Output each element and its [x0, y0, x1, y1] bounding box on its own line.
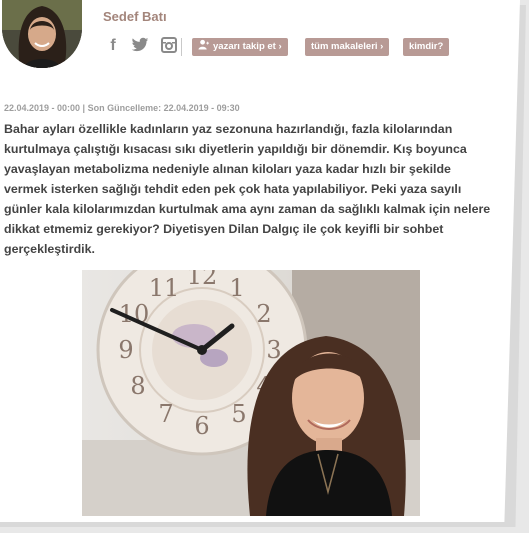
who-is-button[interactable]: kimdir?: [403, 38, 450, 56]
author-avatar[interactable]: [2, 0, 82, 68]
clock-numeral-1: 1: [229, 274, 244, 302]
social-divider: [181, 38, 182, 56]
facebook-icon[interactable]: f: [104, 37, 122, 55]
article-photo: 12 1 2 3 4 5 6 7 8 9 10 11: [82, 270, 420, 516]
follow-author-label: yazarı takip et ›: [213, 41, 282, 52]
author-header: Sedef Batı f yazarı takip et › tüm makal…: [0, 0, 529, 80]
clock-numeral-12: 12: [187, 270, 218, 290]
follow-author-button[interactable]: yazarı takip et ›: [192, 38, 288, 56]
all-articles-label: tüm makaleleri ›: [311, 41, 384, 52]
clock-numeral-2: 2: [256, 300, 271, 328]
user-add-icon: [198, 38, 209, 56]
clock-numeral-11: 11: [149, 274, 180, 302]
clock-numeral-9: 9: [118, 336, 133, 364]
article-dateline: 22.04.2019 - 00:00 | Son Güncelleme: 22.…: [4, 103, 240, 113]
twitter-icon[interactable]: [131, 37, 149, 55]
clock-numeral-5: 5: [231, 400, 246, 428]
clock-numeral-8: 8: [130, 372, 145, 400]
clock-numeral-7: 7: [158, 400, 173, 428]
all-articles-button[interactable]: tüm makaleleri ›: [305, 38, 390, 56]
clock-numeral-6: 6: [194, 412, 209, 440]
author-name[interactable]: Sedef Batı: [103, 9, 167, 24]
article-lead: Bahar ayları özellikle kadınların yaz se…: [4, 122, 491, 256]
who-is-label: kimdir?: [409, 41, 444, 52]
instagram-icon[interactable]: [160, 37, 178, 55]
